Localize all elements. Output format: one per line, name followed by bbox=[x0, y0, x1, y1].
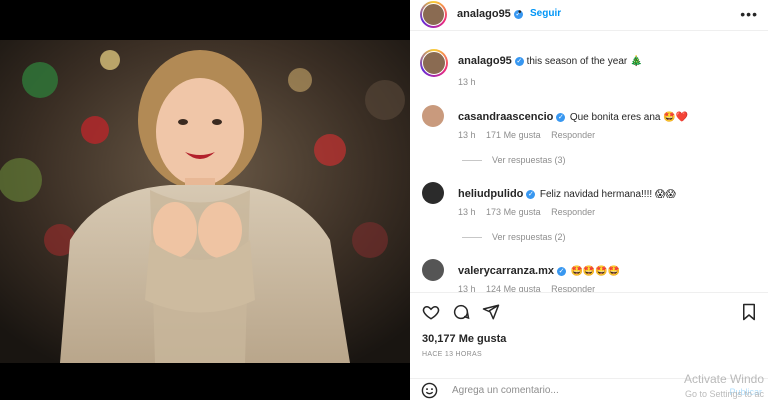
photo-pane bbox=[0, 0, 410, 400]
bookmark-icon[interactable] bbox=[738, 301, 760, 323]
caption-text: this season of the year bbox=[526, 56, 628, 67]
comment-meta: 13 h 171 Me gusta Responder bbox=[458, 130, 595, 140]
comment-line: heliudpulido ✓ Feliz navidad hermana!!!! … bbox=[458, 184, 676, 202]
comment-text: 🤩🤩🤩🤩 bbox=[570, 266, 621, 277]
caption-age[interactable]: 13 h bbox=[458, 77, 476, 87]
comment-icon[interactable] bbox=[450, 301, 472, 323]
author-username[interactable]: analago95 ✓ bbox=[457, 8, 523, 20]
follow-button[interactable]: Seguir bbox=[530, 8, 561, 19]
view-replies-toggle[interactable]: Ver respuestas (2) bbox=[462, 232, 566, 242]
caption-line: analago95 ✓ this season of the year 🎄 bbox=[458, 55, 642, 67]
caption-author-avatar[interactable] bbox=[420, 49, 448, 77]
likes-count[interactable]: 30,177 Me gusta bbox=[422, 333, 506, 345]
verified-icon: ✓ bbox=[557, 266, 567, 276]
emoji-icon[interactable] bbox=[420, 381, 438, 399]
caption-author[interactable]: analago95 ✓ bbox=[458, 55, 524, 67]
comment-likes[interactable]: 173 Me gusta bbox=[486, 207, 541, 217]
commenter-username-text: heliudpulido bbox=[458, 188, 524, 200]
commenter-avatar[interactable] bbox=[422, 182, 444, 204]
verified-icon: ✓ bbox=[514, 56, 524, 66]
post-header: analago95 ✓ • Seguir ••• bbox=[410, 0, 768, 31]
comment-meta: 13 h 124 Me gusta Responder bbox=[458, 284, 595, 292]
reply-button[interactable]: Responder bbox=[551, 284, 595, 292]
commenter-username[interactable]: valerycarranza.mx ✓ bbox=[458, 265, 567, 277]
commenter-avatar[interactable] bbox=[422, 259, 444, 281]
comment-age[interactable]: 13 h bbox=[458, 207, 476, 217]
comment-age[interactable]: 13 h bbox=[458, 130, 476, 140]
comment-meta: 13 h 173 Me gusta Responder bbox=[458, 207, 595, 217]
activation-watermark-subtext: Go to Settings to ac bbox=[684, 389, 764, 399]
author-avatar[interactable] bbox=[420, 1, 447, 28]
commenter-username-text: valerycarranza.mx bbox=[458, 265, 555, 277]
comment-likes[interactable]: 124 Me gusta bbox=[486, 284, 541, 292]
author-username-text: analago95 bbox=[457, 8, 511, 20]
reply-button[interactable]: Responder bbox=[551, 207, 595, 217]
commenter-username[interactable]: casandraascencio ✓ bbox=[458, 111, 566, 123]
tree-emoji: 🎄 bbox=[630, 56, 643, 67]
commenter-username-text: casandraascencio bbox=[458, 111, 554, 123]
post-photo-illustration bbox=[0, 40, 410, 363]
dot-separator: • bbox=[518, 7, 522, 18]
verified-icon: ✓ bbox=[526, 189, 536, 199]
heart-icon[interactable] bbox=[420, 301, 442, 323]
comment-text: Que bonita eres ana 🤩❤️ bbox=[569, 112, 689, 123]
post-photo[interactable] bbox=[0, 40, 410, 363]
post-details-panel: analago95 ✓ • Seguir ••• analago95 ✓ this … bbox=[410, 0, 768, 400]
reply-button[interactable]: Responder bbox=[551, 130, 595, 140]
comment-age[interactable]: 13 h bbox=[458, 284, 476, 292]
commenter-avatar[interactable] bbox=[422, 105, 444, 127]
view-replies-label: Ver respuestas (2) bbox=[492, 232, 566, 242]
activation-watermark: Activate Windo bbox=[683, 372, 764, 386]
comment-input[interactable]: Agrega un comentario... bbox=[452, 385, 559, 396]
verified-icon: ✓ bbox=[556, 112, 566, 122]
posted-time[interactable]: HACE 13 HORAS bbox=[422, 351, 482, 358]
caption-author-text: analago95 bbox=[458, 55, 512, 67]
comment-line: valerycarranza.mx ✓ 🤩🤩🤩🤩 bbox=[458, 261, 620, 279]
comment-line: casandraascencio ✓ Que bonita eres ana 🤩❤… bbox=[458, 107, 688, 125]
comment-text: Feliz navidad hermana!!!! 😱😱 bbox=[539, 189, 676, 200]
view-replies-label: Ver respuestas (3) bbox=[492, 155, 566, 165]
more-options-icon[interactable]: ••• bbox=[740, 6, 758, 22]
commenter-username[interactable]: heliudpulido ✓ bbox=[458, 188, 536, 200]
view-replies-toggle[interactable]: Ver respuestas (3) bbox=[462, 155, 566, 165]
comment-likes[interactable]: 171 Me gusta bbox=[486, 130, 541, 140]
share-icon[interactable] bbox=[480, 301, 502, 323]
